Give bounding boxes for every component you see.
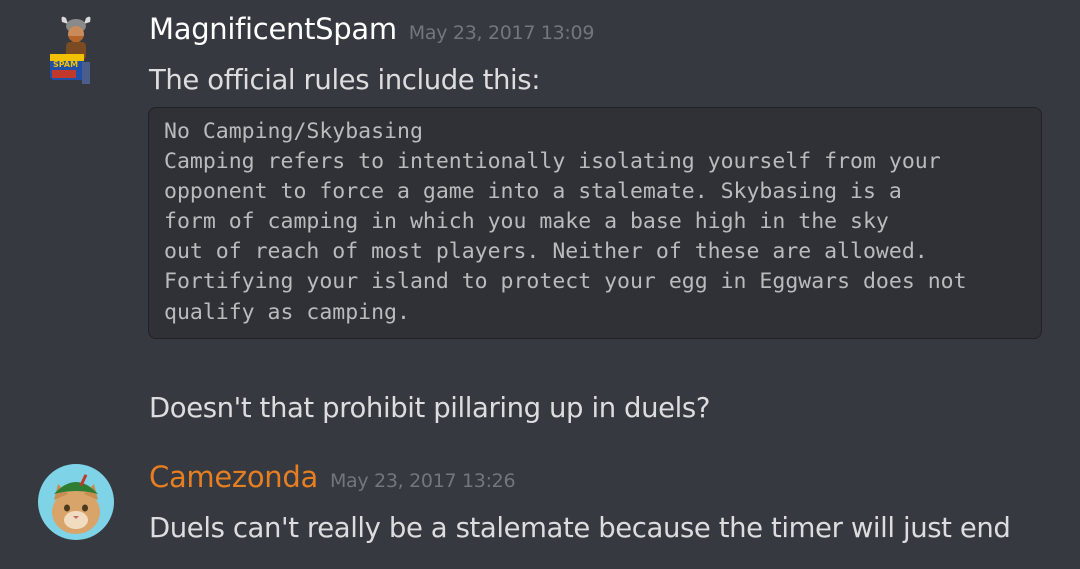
code-line: Camping refers to intentionally isolatin… xyxy=(164,149,941,175)
code-line: Fortifying your island to protect your e… xyxy=(164,269,967,295)
code-line: opponent to force a game into a stalemat… xyxy=(164,179,902,205)
code-block: No Camping/Skybasing Camping refers to in… xyxy=(148,107,1042,339)
author-name[interactable]: MagnificentSpam xyxy=(149,12,397,46)
author-line: Camezonda May 23, 2017 13:26 xyxy=(149,460,516,494)
viking-spam-can-avatar-icon: SPAM xyxy=(38,12,114,88)
timestamp: May 23, 2017 13:26 xyxy=(329,470,516,492)
message-text: Duels can't really be a stalemate becaus… xyxy=(149,512,1011,544)
message-text: The official rules include this: xyxy=(149,64,541,96)
message-text-followup: Doesn't that prohibit pillaring up in du… xyxy=(149,392,711,424)
timestamp: May 23, 2017 13:09 xyxy=(408,22,595,44)
author-line: MagnificentSpam May 23, 2017 13:09 xyxy=(149,12,594,46)
avatar[interactable] xyxy=(38,464,114,540)
code-line: qualify as camping. xyxy=(164,299,410,325)
code-line: form of camping in which you make a base… xyxy=(164,209,889,235)
cat-with-green-hat-avatar-icon xyxy=(38,464,114,540)
message-camezonda: Camezonda May 23, 2017 13:26 Duels can't … xyxy=(0,440,1080,569)
code-line: out of reach of most players. Neither of… xyxy=(164,239,928,265)
code-line: No Camping/Skybasing xyxy=(164,119,423,144)
avatar[interactable]: SPAM xyxy=(38,12,114,88)
message-magnificentspam: SPAM MagnificentSpam May 23, 2017 13:09 T… xyxy=(0,0,1080,440)
author-name[interactable]: Camezonda xyxy=(149,460,318,494)
svg-text:SPAM: SPAM xyxy=(53,60,78,69)
